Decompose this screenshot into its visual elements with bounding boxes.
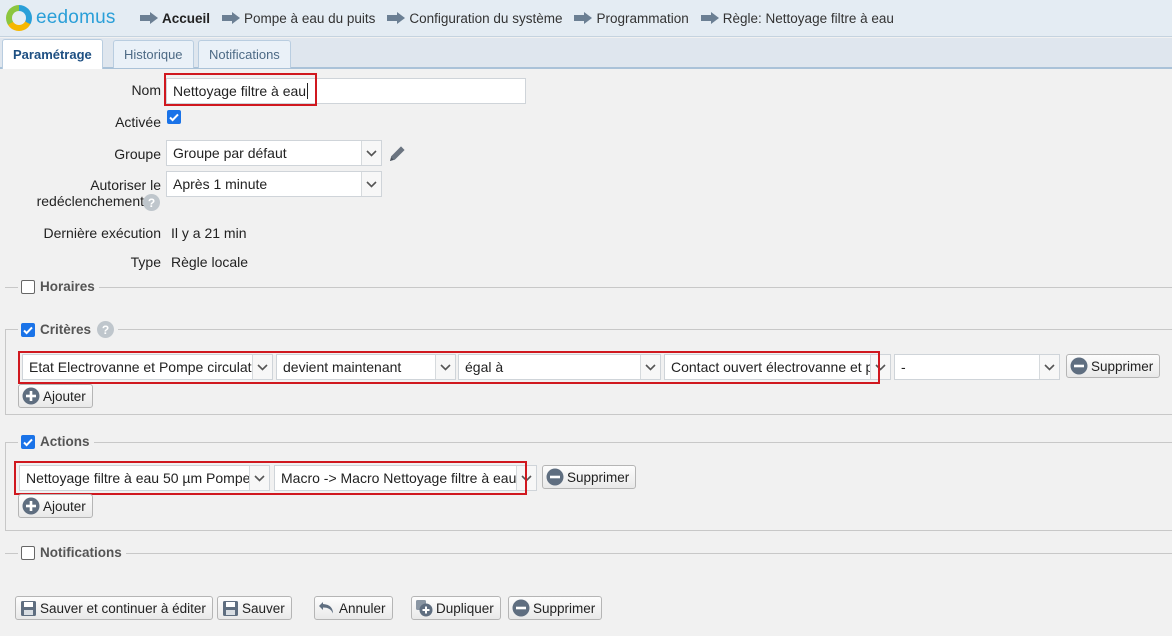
- horaires-checkbox[interactable]: [21, 279, 35, 294]
- breadcrumb-item-programmation[interactable]: Programmation: [574, 11, 689, 26]
- groupe-select[interactable]: Groupe par défaut: [166, 140, 382, 166]
- cancel-button[interactable]: Annuler: [314, 596, 393, 620]
- floppy-disk-icon: [19, 599, 37, 617]
- criteres-legend: Critères ?: [18, 321, 119, 338]
- duplicate-icon: [415, 599, 433, 617]
- save-button[interactable]: Sauver: [217, 596, 292, 620]
- autoriser-label-line2: redéclenchement: [36, 193, 144, 209]
- chevron-down-icon[interactable]: [361, 172, 381, 196]
- breadcrumb-item-pompe[interactable]: Pompe à eau du puits: [222, 11, 375, 26]
- minus-circle-icon: [1070, 357, 1088, 375]
- criteres-checkbox[interactable]: [21, 322, 35, 337]
- duplicate-button[interactable]: Dupliquer: [411, 596, 501, 620]
- chevron-down-icon[interactable]: [1039, 355, 1059, 379]
- nom-input[interactable]: Nettoyage filtre à eau: [166, 78, 526, 104]
- chevron-down-icon[interactable]: [640, 355, 660, 379]
- help-icon[interactable]: ?: [97, 321, 115, 338]
- save-continue-button[interactable]: Sauver et continuer à éditer: [15, 596, 213, 620]
- text-cursor: [307, 83, 309, 99]
- critere-delete-button[interactable]: Supprimer: [1066, 354, 1161, 378]
- autoriser-label-line1: Autoriser le: [90, 177, 161, 193]
- breadcrumb-item-configuration[interactable]: Configuration du système: [387, 11, 562, 26]
- type-label: Type: [130, 254, 161, 270]
- action-device-select[interactable]: Nettoyage filtre à eau 50 µm Pompe: [19, 465, 270, 491]
- action-add-button[interactable]: Ajouter: [18, 494, 93, 518]
- tab-parametrage[interactable]: Paramétrage: [2, 39, 103, 69]
- arrow-right-icon: [574, 12, 593, 24]
- tab-historique[interactable]: Historique: [113, 40, 194, 68]
- derniere-execution-label: Dernière exécution: [43, 225, 161, 241]
- arrow-right-icon: [140, 12, 158, 24]
- chevron-down-icon[interactable]: [516, 466, 536, 490]
- arrow-right-icon: [700, 12, 719, 24]
- notifications-checkbox[interactable]: [21, 545, 35, 560]
- logo-text: eedomus: [36, 7, 116, 28]
- critere-extra-select[interactable]: -: [894, 354, 1060, 380]
- critere-add-button[interactable]: Ajouter: [18, 384, 93, 408]
- critere-mode-select[interactable]: devient maintenant: [276, 354, 456, 380]
- tab-bar: Paramétrage Historique Notifications: [0, 38, 1172, 69]
- horaires-divider: [5, 287, 1172, 288]
- eedomus-logo[interactable]: eedomus: [6, 4, 116, 32]
- nom-label: Nom: [131, 82, 161, 98]
- chevron-down-icon[interactable]: [252, 355, 272, 379]
- minus-circle-icon: [512, 599, 530, 617]
- activee-checkbox[interactable]: [167, 110, 181, 124]
- type-value: Règle locale: [171, 254, 249, 270]
- top-bar: eedomus Accueil Pompe à eau du puits Con…: [0, 0, 1172, 37]
- plus-circle-icon: [22, 387, 40, 405]
- horaires-legend: Horaires: [18, 279, 99, 294]
- chevron-down-icon[interactable]: [361, 141, 381, 165]
- checkmark-icon: [23, 326, 33, 335]
- help-icon[interactable]: ?: [143, 194, 160, 211]
- arrow-right-icon: [387, 12, 406, 24]
- delete-button[interactable]: Supprimer: [508, 596, 603, 620]
- critere-operator-select[interactable]: égal à: [458, 354, 661, 380]
- activee-label: Activée: [115, 114, 161, 130]
- checkmark-icon: [23, 438, 33, 447]
- groupe-label: Groupe: [114, 146, 161, 162]
- actions-legend: Actions: [18, 434, 94, 449]
- plus-circle-icon: [22, 497, 40, 515]
- critere-device-select[interactable]: Etat Electrovanne et Pompe circulateur: [22, 354, 273, 380]
- derniere-execution-value: Il y a 21 min: [171, 225, 247, 241]
- minus-circle-icon: [546, 468, 564, 486]
- notifications-legend: Notifications: [18, 545, 126, 560]
- edit-pencil-icon[interactable]: [387, 143, 408, 164]
- action-macro-select[interactable]: Macro -> Macro Nettoyage filtre à eau: [274, 465, 537, 491]
- action-delete-button[interactable]: Supprimer: [542, 465, 637, 489]
- breadcrumb-item-accueil[interactable]: Accueil: [140, 11, 210, 26]
- chevron-down-icon[interactable]: [870, 355, 890, 379]
- redeclenchement-select[interactable]: Après 1 minute: [166, 171, 382, 197]
- undo-arrow-icon: [318, 599, 336, 617]
- notifications-divider: [5, 553, 1172, 554]
- checkmark-icon: [169, 113, 179, 122]
- logo-icon: [6, 5, 32, 31]
- tab-notifications[interactable]: Notifications: [198, 40, 291, 68]
- floppy-disk-icon: [221, 599, 239, 617]
- breadcrumb-item-regle: Règle: Nettoyage filtre à eau: [700, 11, 894, 26]
- chevron-down-icon[interactable]: [435, 355, 455, 379]
- chevron-down-icon[interactable]: [249, 466, 269, 490]
- actions-checkbox[interactable]: [21, 434, 35, 449]
- arrow-right-icon: [222, 12, 241, 24]
- critere-value-select[interactable]: Contact ouvert électrovanne et pompe: [664, 354, 891, 380]
- breadcrumb: Accueil Pompe à eau du puits Configurati…: [140, 0, 906, 36]
